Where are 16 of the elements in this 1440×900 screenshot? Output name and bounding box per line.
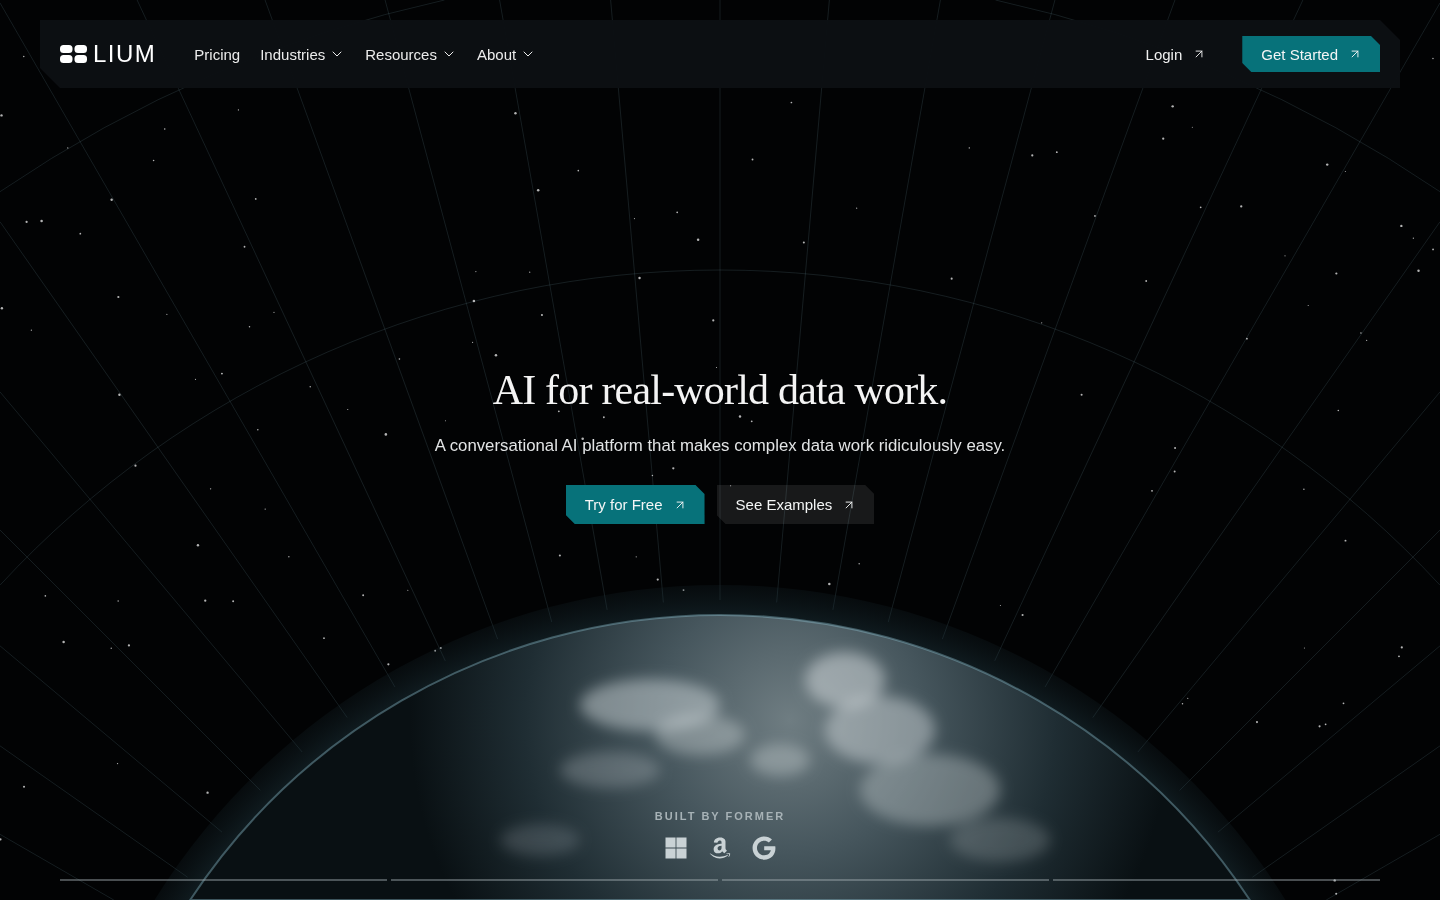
nav-dropdown[interactable]: Industries: [260, 45, 346, 63]
login-link[interactable]: Login: [1145, 45, 1207, 63]
logo-mark-icon: [60, 45, 87, 63]
nav-link[interactable]: Pricing: [194, 45, 241, 63]
get-started-button[interactable]: Get Started: [1242, 36, 1380, 72]
logo-link[interactable]: LIUM: [60, 42, 157, 66]
built-by-label: BUILT BY FORMER: [654, 809, 786, 823]
amazon-logo-icon: [708, 836, 732, 860]
nav-dropdown[interactable]: Resources: [365, 45, 457, 63]
primary-button[interactable]: Try for Free: [565, 485, 705, 524]
google-logo-icon: [752, 836, 776, 860]
secondary-button[interactable]: See Examples: [716, 485, 875, 524]
logo-text: LIUM: [93, 42, 157, 66]
hero-title: AI for real-world data work.: [492, 366, 948, 415]
hero-subtitle: A conversational AI platform that makes complex data work ridiculously easy.: [434, 435, 1006, 457]
nav-dropdown[interactable]: About: [476, 45, 537, 63]
